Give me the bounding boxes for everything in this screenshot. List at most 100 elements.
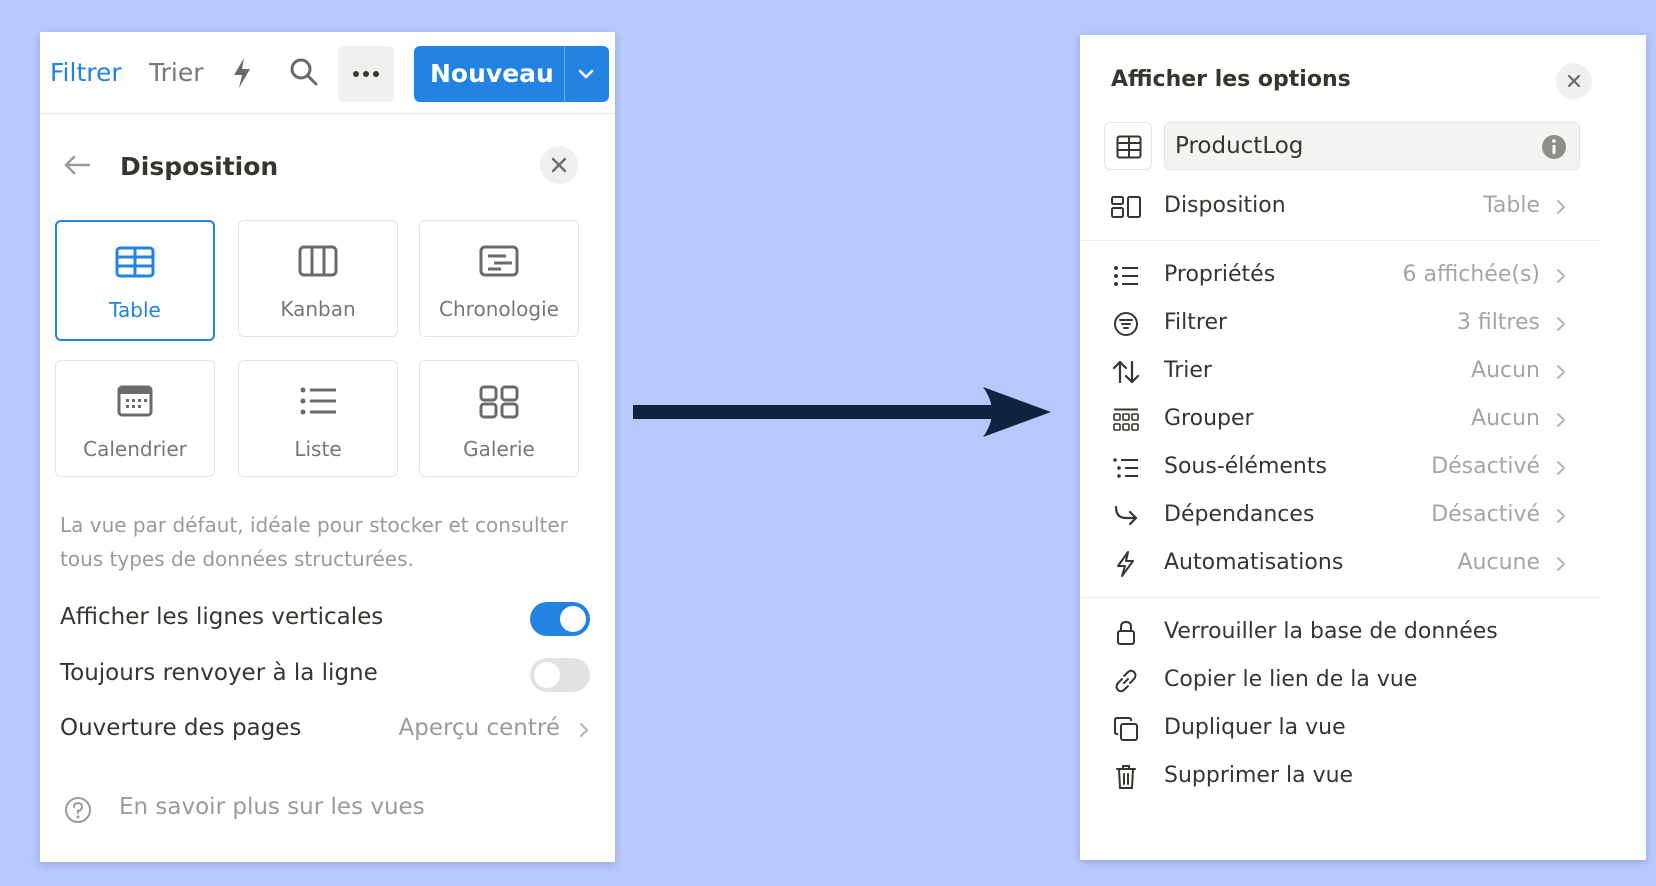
group-row[interactable]: Grouper Aucun (1080, 398, 1646, 442)
new-button[interactable]: Nouveau (414, 46, 609, 102)
row-value: Table (1483, 193, 1540, 218)
layout-option-gallery[interactable]: Galerie (419, 360, 579, 477)
layout-row[interactable]: Disposition Table (1080, 185, 1646, 229)
copy-link-row[interactable]: Copier le lien de la vue (1080, 659, 1646, 703)
list-icon (239, 385, 397, 417)
properties-row[interactable]: Propriétés 6 affichée(s) (1080, 254, 1646, 298)
layout-option-kanban[interactable]: Kanban (238, 220, 398, 337)
layout-option-list[interactable]: Liste (238, 360, 398, 477)
wrap-lines-setting: Toujours renvoyer à la ligne (60, 654, 590, 694)
wrap-lines-toggle[interactable] (530, 658, 590, 692)
setting-label: Ouverture des pages (60, 715, 302, 741)
sort-button[interactable]: Trier (149, 58, 203, 87)
layout-description: La vue par défaut, idéale pour stocker e… (60, 513, 568, 571)
row-label: Dupliquer la vue (1164, 715, 1346, 740)
arrow-left-icon[interactable] (62, 150, 92, 180)
link-icon (1110, 667, 1142, 695)
table-icon (57, 246, 213, 278)
row-value: Aucun (1471, 406, 1540, 431)
row-label: Propriétés (1164, 262, 1276, 287)
list-icon (1110, 262, 1142, 290)
delete-view-row[interactable]: Supprimer la vue (1080, 755, 1646, 799)
chevron-right-icon (1556, 508, 1566, 524)
section-divider (1080, 240, 1600, 241)
layout-option-calendar[interactable]: Calendrier (55, 360, 215, 477)
automations-row[interactable]: Automatisations Aucune (1080, 542, 1646, 586)
filter-row[interactable]: Filtrer 3 filtres (1080, 302, 1646, 346)
row-label: Filtrer (1164, 310, 1228, 335)
view-options-panel: Afficher les options ProductLog Disposit… (1080, 35, 1646, 860)
setting-label: Afficher les lignes verticales (60, 604, 384, 630)
lock-database-row[interactable]: Verrouiller la base de données (1080, 611, 1646, 655)
close-button[interactable] (1556, 63, 1592, 99)
database-icon-button[interactable] (1104, 122, 1152, 170)
filter-button[interactable]: Filtrer (50, 58, 122, 87)
chevron-down-icon[interactable] (576, 64, 596, 84)
row-value: 6 affichée(s) (1402, 262, 1540, 287)
learn-more-label: En savoir plus sur les vues (119, 794, 425, 820)
database-name-input[interactable]: ProductLog (1164, 122, 1580, 170)
duplicate-view-row[interactable]: Dupliquer la vue (1080, 707, 1646, 751)
toggle-knob (560, 606, 586, 632)
row-value: Aucune (1457, 550, 1540, 575)
help-icon (64, 796, 92, 824)
chevron-right-icon (1556, 364, 1566, 380)
row-label: Supprimer la vue (1164, 763, 1354, 788)
row-label: Dépendances (1164, 502, 1315, 527)
sort-row[interactable]: Trier Aucun (1080, 350, 1646, 394)
row-label: Copier le lien de la vue (1164, 667, 1418, 692)
layout-option-label: Liste (294, 437, 342, 461)
timeline-icon (420, 245, 578, 277)
more-options-button[interactable] (338, 46, 394, 102)
row-value: Désactivé (1431, 502, 1540, 527)
chevron-right-icon (1556, 316, 1566, 332)
arrow-right-icon (633, 385, 1051, 439)
row-label: Disposition (1164, 193, 1286, 218)
group-icon (1110, 406, 1142, 434)
dependencies-row[interactable]: Dépendances Désactivé (1080, 494, 1646, 538)
ellipsis-icon (353, 71, 379, 77)
chevron-right-icon (1556, 412, 1566, 428)
layout-option-label: Calendrier (83, 437, 187, 461)
lightning-icon (1110, 550, 1142, 578)
layout-option-label: Table (109, 298, 161, 322)
trash-icon (1110, 763, 1142, 791)
row-label: Trier (1164, 358, 1212, 383)
chevron-right-icon (1556, 199, 1566, 215)
section-divider (1080, 597, 1600, 598)
chevron-right-icon (1556, 460, 1566, 476)
chevron-right-icon (578, 721, 590, 739)
lightning-icon[interactable] (230, 56, 254, 90)
layout-panel: Filtrer Trier Nouveau Disposition Table … (40, 32, 615, 862)
filter-icon (1110, 310, 1142, 338)
layout-header: Disposition (40, 142, 615, 192)
search-icon[interactable] (288, 56, 320, 88)
layout-option-table[interactable]: Table (55, 220, 215, 341)
page-open-setting[interactable]: Ouverture des pages Aperçu centré (60, 709, 590, 749)
toggle-knob (534, 662, 560, 688)
new-button-divider (564, 46, 565, 102)
chevron-right-icon (1556, 556, 1566, 572)
row-label: Verrouiller la base de données (1164, 619, 1498, 644)
table-icon (1116, 135, 1142, 159)
close-icon (551, 157, 567, 173)
setting-label: Toujours renvoyer à la ligne (60, 660, 378, 686)
calendar-icon (56, 385, 214, 417)
new-button-label: Nouveau (430, 59, 554, 88)
sort-icon (1110, 358, 1142, 386)
board-icon (239, 245, 397, 277)
vertical-lines-toggle[interactable] (530, 602, 590, 636)
row-value: Aucun (1471, 358, 1540, 383)
page-open-value: Aperçu centré (398, 715, 560, 741)
sub-items-row[interactable]: Sous-éléments Désactivé (1080, 446, 1646, 490)
layout-option-timeline[interactable]: Chronologie (419, 220, 579, 337)
dependency-icon (1110, 502, 1142, 530)
row-value: 3 filtres (1456, 310, 1540, 335)
vertical-lines-setting: Afficher les lignes verticales (60, 598, 590, 638)
panel-title: Afficher les options (1111, 67, 1351, 92)
sub-items-icon (1110, 454, 1142, 482)
layout-option-label: Kanban (280, 297, 356, 321)
info-icon[interactable] (1541, 134, 1567, 160)
layout-title: Disposition (120, 152, 279, 181)
close-button[interactable] (540, 146, 578, 184)
